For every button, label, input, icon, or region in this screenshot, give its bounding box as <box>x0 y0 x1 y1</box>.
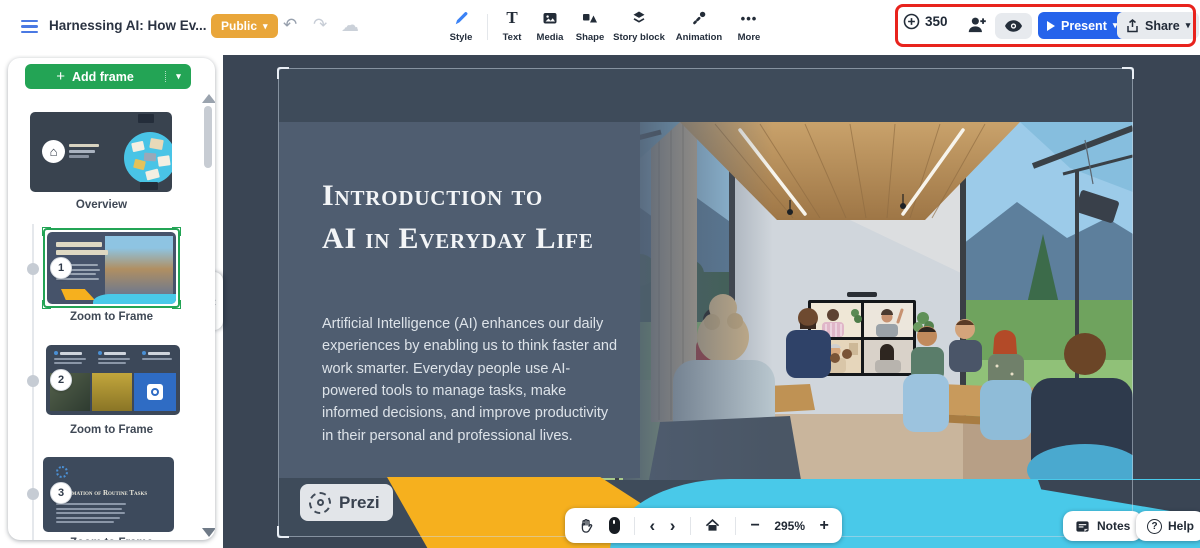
notes-label: Notes <box>1097 519 1131 533</box>
toolbar-separator <box>634 516 636 535</box>
thumbnail-label: Zoom to Frame <box>69 311 154 323</box>
timeline-dot <box>27 375 39 387</box>
person-add-icon <box>968 17 986 33</box>
frame-bracket[interactable] <box>277 67 1134 538</box>
home-icon <box>706 519 720 531</box>
tool-more[interactable]: ••• More <box>722 8 776 44</box>
undo-button[interactable]: ↶ <box>283 15 297 35</box>
frame-number-badge: 2 <box>50 369 72 391</box>
navigation-toolbar: ‹ › − 295% + <box>565 508 842 543</box>
zoom-in-button[interactable]: + <box>820 517 829 535</box>
shape-icon <box>563 8 617 28</box>
previous-frame-button[interactable]: ‹ <box>650 517 656 534</box>
tool-shape[interactable]: Shape <box>563 8 617 43</box>
present-label: Present <box>1061 18 1107 33</box>
pointer-mode-button[interactable] <box>608 517 620 534</box>
invite-collaborators-button[interactable] <box>966 14 988 39</box>
redo-button[interactable]: ↷ <box>313 15 327 35</box>
bracket-corner <box>277 526 289 538</box>
help-label: Help <box>1168 519 1195 533</box>
mouse-icon <box>608 517 620 534</box>
tool-animation[interactable]: Animation <box>672 8 726 43</box>
next-frame-button[interactable]: › <box>670 517 676 534</box>
share-button[interactable]: Share ▾ <box>1117 12 1200 39</box>
thumbnail-label: Zoom to Frame <box>69 424 154 436</box>
top-toolbar: Harnessing AI: How Ev... Public ▾ ↶ ↷ ☁ … <box>0 0 1200 55</box>
house-icon: ⌂ <box>42 140 65 163</box>
credits-button[interactable]: 350 <box>903 13 948 30</box>
overview-circle-collage <box>124 132 172 184</box>
play-icon <box>1047 20 1055 31</box>
caret-down-icon: ▾ <box>1185 20 1191 30</box>
home-button[interactable] <box>705 518 720 533</box>
share-label: Share <box>1145 18 1180 33</box>
thumbnail-label: Zoom to Frame <box>43 537 180 540</box>
notes-button[interactable]: Notes <box>1063 511 1143 541</box>
bracket-corner <box>1122 67 1134 79</box>
zoom-level: 295% <box>774 518 806 533</box>
question-icon: ? <box>1147 518 1162 534</box>
document-title[interactable]: Harnessing AI: How Ev... <box>49 18 207 33</box>
credits-count: 350 <box>925 14 948 29</box>
sidebar-scrollbar[interactable] <box>204 106 212 168</box>
editor-canvas[interactable]: Introduction to AI in Everyday Life Arti… <box>223 55 1200 548</box>
thumbnail-label: Overview <box>75 199 128 211</box>
scroll-down-arrow[interactable] <box>202 528 215 537</box>
toolbar-separator <box>734 516 736 535</box>
animation-icon <box>672 8 726 28</box>
timeline-dot <box>27 263 39 275</box>
style-pen-icon <box>434 8 488 28</box>
notes-icon <box>1076 520 1089 532</box>
thumbnail-title: Automation of Routine Tasks <box>56 489 148 497</box>
frame-number-badge: 3 <box>50 482 72 504</box>
add-frame-dropdown[interactable]: ▾ <box>165 71 191 82</box>
pan-hand-button[interactable] <box>578 518 594 534</box>
undo-icon: ↶ <box>283 15 298 34</box>
tool-style[interactable]: Style <box>434 8 488 43</box>
eye-icon <box>1005 20 1022 32</box>
tool-story-block[interactable]: Story block <box>612 8 666 43</box>
zoom-out-button[interactable]: − <box>750 517 759 535</box>
redo-icon: ↷ <box>313 15 328 34</box>
help-button[interactable]: ? Help <box>1136 511 1200 541</box>
plus-icon: + <box>56 68 65 85</box>
thumbnail-overview[interactable]: ⌂ <box>30 112 172 192</box>
toolbar-separator <box>689 516 691 535</box>
menu-icon[interactable] <box>21 20 38 36</box>
caret-down-icon: ▾ <box>263 20 268 31</box>
story-block-icon <box>612 8 666 28</box>
frames-sidebar: + Add frame ▾ ⌂ Overview 1 Zoom to Frame… <box>8 58 215 540</box>
visibility-label: Public <box>221 19 258 33</box>
hand-icon <box>581 518 593 533</box>
more-dots-icon: ••• <box>740 10 758 26</box>
frame-number-badge: 1 <box>50 257 72 279</box>
cloud-sync-icon: ☁ <box>341 15 359 35</box>
add-frame-label: Add frame <box>71 69 134 84</box>
add-frame-button[interactable]: + Add frame ▾ <box>25 64 191 89</box>
share-icon <box>1127 18 1138 32</box>
visibility-button[interactable]: Public ▾ <box>211 14 278 38</box>
timeline-dot <box>27 488 39 500</box>
scroll-up-arrow[interactable] <box>202 94 215 103</box>
preview-button[interactable] <box>995 13 1032 39</box>
bracket-corner <box>277 67 289 79</box>
present-button[interactable]: Present ▾ <box>1038 12 1127 39</box>
circle-plus-icon <box>903 13 920 30</box>
